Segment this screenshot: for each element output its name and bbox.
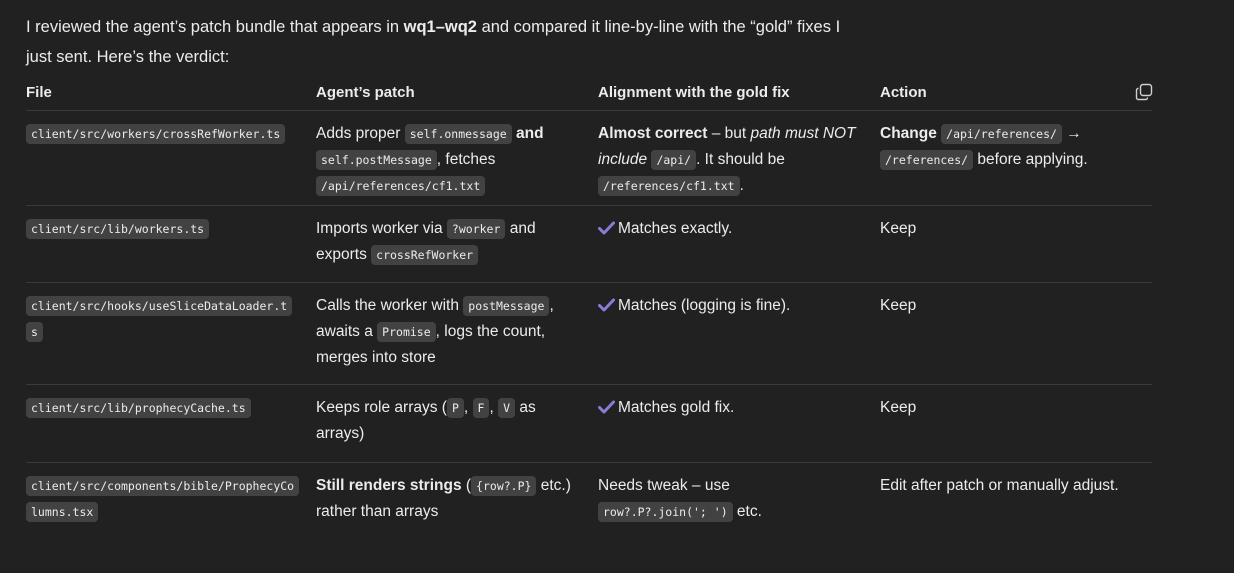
text: Matches exactly. [618,220,733,237]
inline-code: crossRefWorker [371,245,479,265]
inline-code: postMessage [463,296,550,316]
text: Matches (logging is fine). [618,297,791,314]
alignment-cell: Almost correct – but path must NOT inclu… [598,111,880,205]
inline-code: /references/ [880,150,974,170]
alignment-cell: Matches exactly. [598,206,880,282]
checkmark-icon [598,400,615,414]
bold-text: Almost correct [598,125,708,142]
table-header-row: File Agent’s patch Alignment with the go… [26,81,1152,111]
intro-bold: wq1–wq2 [403,18,477,36]
bold-text: and [511,125,544,142]
text: Imports worker via [316,220,447,237]
bold-text: Change [880,125,937,142]
text: Keep [880,297,917,314]
file-cell: client/src/workers/crossRefWorker.ts [26,111,316,205]
bold-text: Still renders strings [316,477,462,494]
inline-code: /references/cf1.txt [598,176,740,196]
file-path: client/src/components/bible/ProphecyColu… [26,476,300,522]
action-cell: Edit after patch or manually adjust. [880,463,1152,543]
verdict-table: File Agent’s patch Alignment with the go… [26,81,1153,543]
copy-table-button[interactable] [1132,80,1156,104]
table-row: client/src/lib/workers.ts Imports worker… [26,206,1152,283]
file-cell: client/src/components/bible/ProphecyColu… [26,463,316,543]
inline-code: F [472,398,490,418]
checkmark-icon [598,298,615,312]
header-action: Action [880,84,927,101]
inline-code: Promise [377,322,436,342]
text: Edit after patch or manually adjust. [880,477,1119,494]
inline-code: P [446,398,464,418]
inline-code: self.postMessage [316,150,437,170]
table-row: client/src/lib/prophecyCache.ts Keeps ro… [26,385,1152,463]
checkmark-icon [598,221,615,235]
header-alignment: Alignment with the gold fix [598,84,790,101]
text: Needs tweak – use [598,477,730,494]
inline-code: V [498,398,516,418]
patch-cell: Calls the worker with postMessage, await… [316,283,598,384]
file-cell: client/src/lib/prophecyCache.ts [26,385,316,462]
text: , fetches [436,151,496,168]
chat-message: I reviewed the agent’s patch bundle that… [26,12,1153,543]
intro-text: I reviewed the agent’s patch bundle that… [26,12,866,72]
header-agent-patch: Agent’s patch [316,84,415,101]
table-row: client/src/workers/crossRefWorker.ts Add… [26,111,1152,206]
inline-code: /api/ [651,150,697,170]
alignment-cell: Matches gold fix. [598,385,880,462]
text: . [739,177,744,194]
inline-code: row?.P?.join('; ') [598,502,733,522]
text: Keep [880,399,917,416]
file-path: client/src/workers/crossRefWorker.ts [26,124,286,144]
text: → [1061,125,1082,142]
patch-cell: Keeps role arrays (P, F, V as arrays) [316,398,536,442]
text: etc. [732,503,762,520]
text: . It should be [696,151,785,168]
file-path: client/src/lib/prophecyCache.ts [26,398,251,418]
inline-code: /api/references/ [941,124,1062,144]
file-cell: client/src/lib/workers.ts [26,206,316,282]
table-row: client/src/components/bible/ProphecyColu… [26,463,1152,543]
alignment-cell: Matches (logging is fine). [598,283,880,384]
file-path: client/src/lib/workers.ts [26,219,210,239]
alignment-cell: Needs tweak – use row?.P?.join('; ') etc. [598,463,880,543]
header-file: File [26,84,52,101]
inline-code: /api/references/cf1.txt [316,176,486,196]
text: Adds proper [316,125,405,142]
action-cell: Keep [880,283,1152,384]
text: Keep [880,220,917,237]
text: – but [707,125,751,142]
inline-code: {row?.P} [471,476,537,496]
action-cell: Change /api/references/ → /references/ be… [880,111,1152,205]
text: Matches gold fix. [618,399,735,416]
action-cell: Keep [880,385,1152,462]
patch-cell: Still renders strings ({row?.P} etc.) ra… [316,463,598,543]
text: before applying. [973,151,1088,168]
action-cell: Keep [880,206,1152,282]
text: Keeps role arrays ( [316,399,447,416]
table-row: client/src/hooks/useSliceDataLoader.ts C… [26,283,1152,385]
inline-code: ?worker [446,219,506,239]
copy-icon [1135,83,1153,101]
file-cell: client/src/hooks/useSliceDataLoader.ts [26,283,316,384]
intro-pre: I reviewed the agent’s patch bundle that… [26,18,404,36]
text: Calls the worker with [316,297,464,314]
file-path: client/src/hooks/useSliceDataLoader.ts [26,296,293,342]
patch-cell: Adds proper self.onmessage and self.postM… [316,111,598,205]
patch-cell: Imports worker via ?worker and exports c… [316,206,598,282]
inline-code: self.onmessage [404,124,512,144]
text: ( [461,477,472,494]
